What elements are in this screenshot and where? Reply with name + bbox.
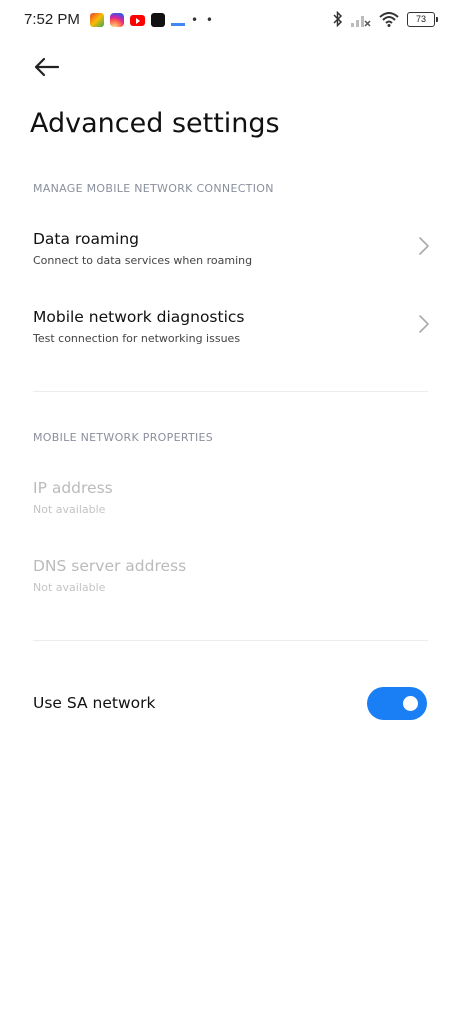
dns-server-address-title: DNS server address (33, 557, 187, 575)
section-header-manage-connection: MANAGE MOBILE NETWORK CONNECTION (33, 182, 274, 195)
back-arrow-icon (34, 57, 60, 77)
notification-icons: • • (90, 13, 215, 27)
mobile-network-diagnostics-item[interactable]: Mobile network diagnostics Test connecti… (33, 308, 433, 370)
ip-address-value: Not available (33, 503, 106, 516)
ip-address-item: IP address Not available (33, 479, 433, 541)
divider (33, 640, 428, 641)
page-title: Advanced settings (30, 108, 280, 139)
battery-icon: 73 (407, 11, 438, 27)
mobile-network-diagnostics-subtitle: Test connection for networking issues (33, 332, 241, 345)
gmail-icon (90, 13, 104, 27)
more-dots-icon: • • (191, 13, 215, 27)
youtube-icon (130, 14, 145, 26)
instagram-icon (110, 13, 124, 27)
chevron-right-icon (419, 237, 429, 255)
divider (33, 391, 428, 392)
status-time: 7:52 PM (24, 11, 80, 28)
app-icon (151, 13, 165, 27)
chevron-right-icon (419, 315, 429, 333)
toggle-knob (403, 696, 418, 711)
dns-server-address-item: DNS server address Not available (33, 557, 433, 619)
mobile-network-diagnostics-title: Mobile network diagnostics (33, 308, 245, 326)
dns-server-address-value: Not available (33, 581, 106, 594)
app-icon-2 (171, 15, 185, 26)
data-roaming-item[interactable]: Data roaming Connect to data services wh… (33, 230, 433, 292)
use-sa-network-label: Use SA network (33, 694, 156, 712)
back-button[interactable] (30, 52, 64, 82)
status-right-icons: 73 (333, 11, 438, 27)
wifi-icon (379, 12, 399, 27)
status-bar: 7:52 PM • • 73 (0, 0, 461, 42)
data-roaming-subtitle: Connect to data services when roaming (33, 254, 253, 267)
bluetooth-icon (333, 11, 343, 27)
cellular-signal-icon (351, 15, 371, 27)
section-header-network-properties: MOBILE NETWORK PROPERTIES (33, 431, 214, 444)
use-sa-network-toggle[interactable] (367, 687, 427, 720)
ip-address-title: IP address (33, 479, 113, 497)
data-roaming-title: Data roaming (33, 230, 140, 248)
